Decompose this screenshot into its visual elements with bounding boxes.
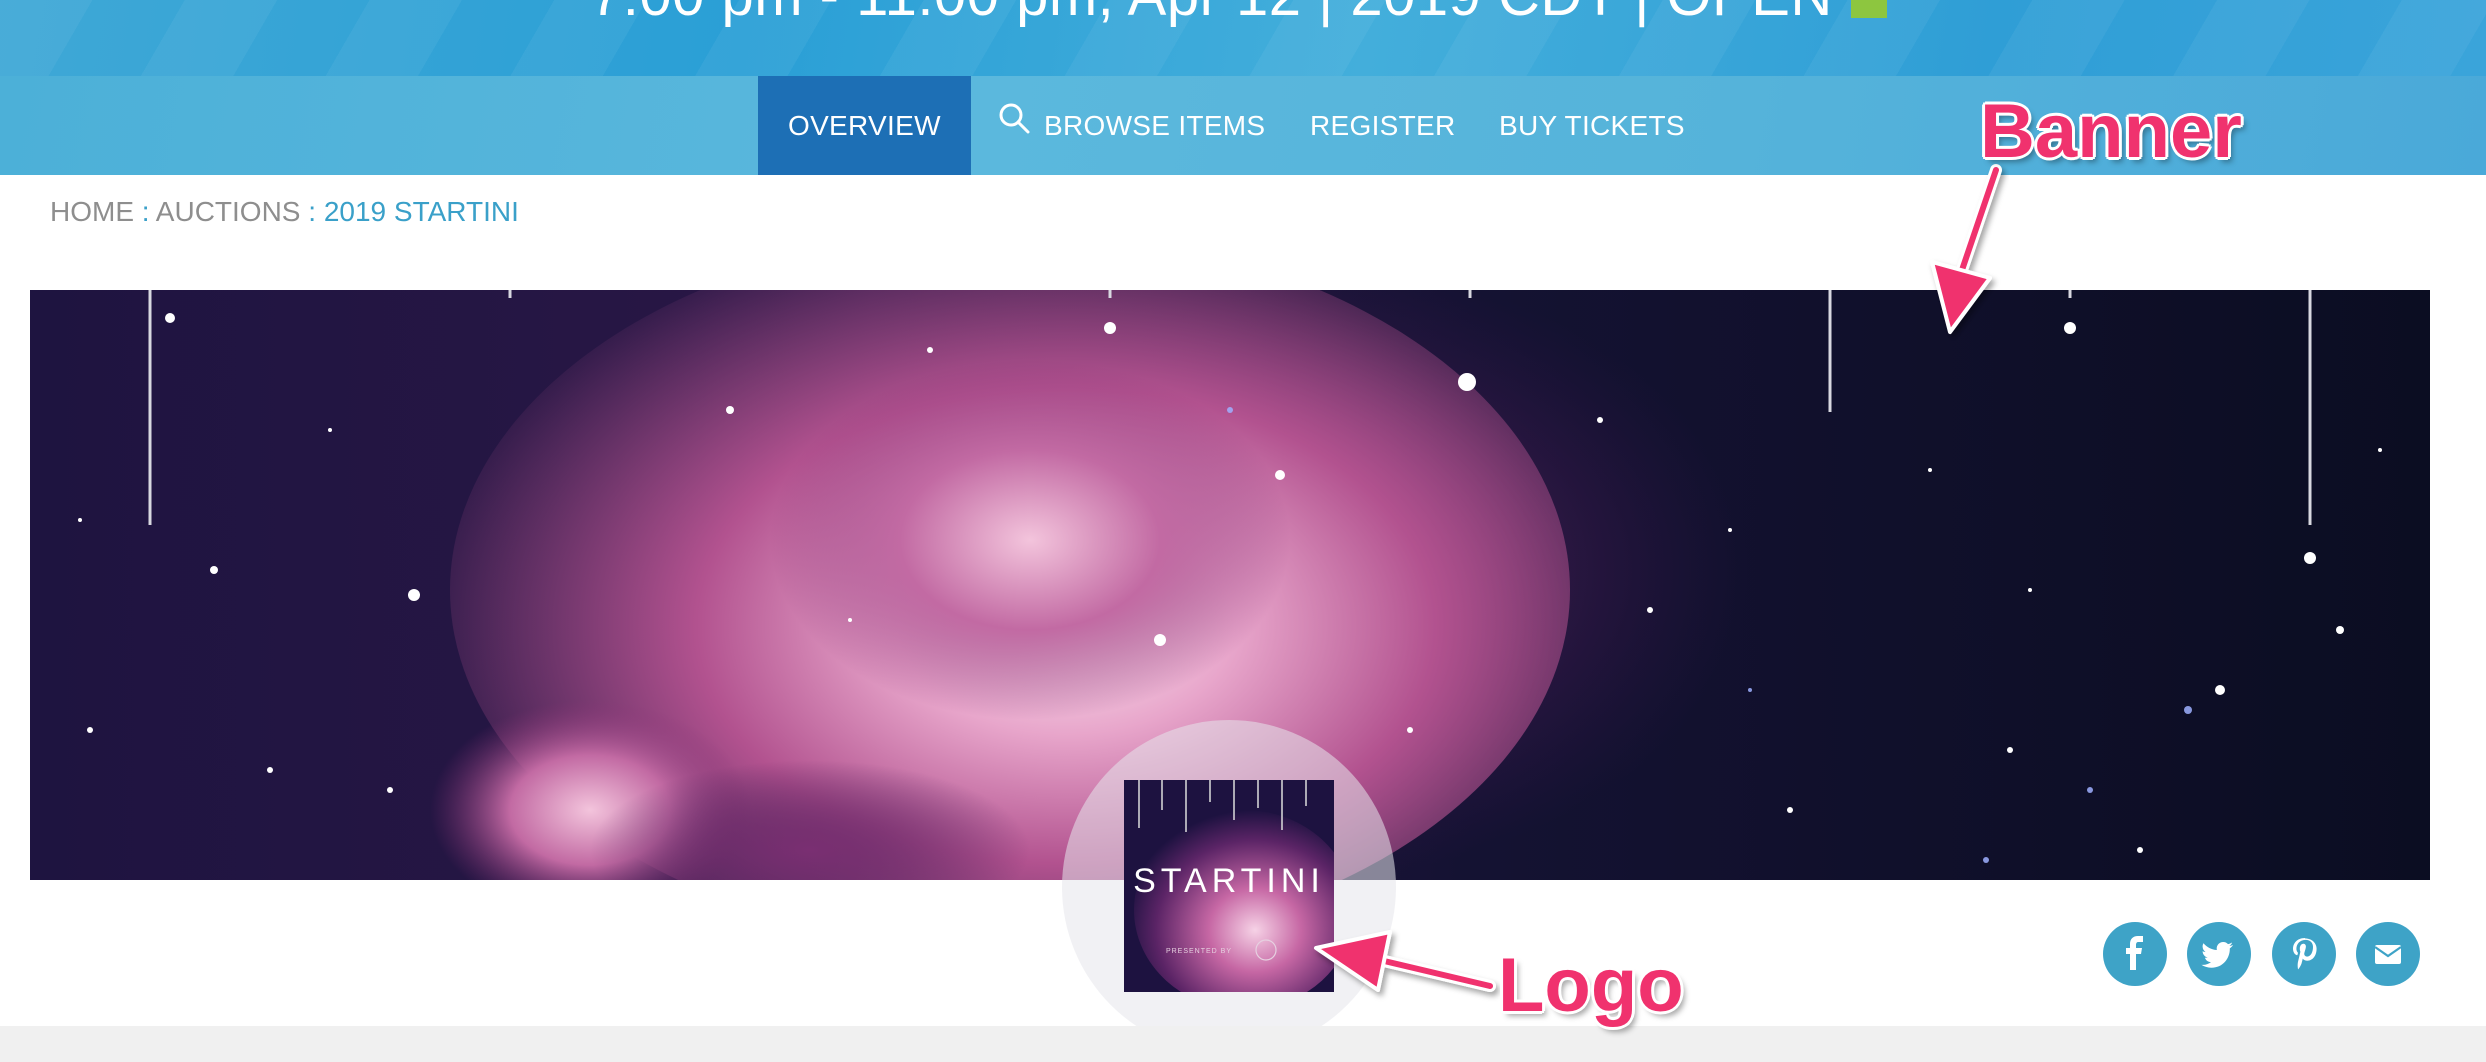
tab-overview[interactable]: OVERVIEW [758, 76, 971, 175]
breadcrumb: HOME : AUCTIONS : 2019 STARTINI [50, 196, 519, 228]
search-icon [998, 75, 1030, 174]
pinterest-icon [2293, 938, 2317, 970]
tab-register-label: REGISTER [1310, 110, 1456, 141]
tab-overview-label: OVERVIEW [788, 110, 941, 141]
tab-browse-items[interactable]: BROWSE ITEMS [998, 76, 1265, 175]
breadcrumb-home[interactable]: HOME [50, 196, 134, 227]
status-indicator [1850, 0, 1887, 18]
facebook-icon [2126, 936, 2143, 970]
breadcrumb-auctions[interactable]: AUCTIONS [156, 196, 301, 227]
tab-browse-items-label: BROWSE ITEMS [1044, 110, 1266, 141]
email-icon [2374, 945, 2402, 964]
event-time-status: 7:00 pm - 11:00 pm, Apr 12 | 2019 CDT | … [590, 0, 1887, 29]
share-email-button[interactable] [2356, 922, 2420, 986]
logo-annotation-label: Logo [1498, 943, 1684, 1028]
footer-strip [0, 1026, 2486, 1062]
tab-buy-tickets-label: BUY TICKETS [1499, 110, 1685, 141]
event-header: 7:00 pm - 11:00 pm, Apr 12 | 2019 CDT | … [0, 0, 2486, 76]
share-twitter-button[interactable] [2187, 922, 2251, 986]
startini-logo[interactable]: STARTINI PRESENTED BY [1124, 780, 1334, 992]
banner-annotation-label: Banner [1980, 89, 2242, 174]
twitter-icon [2201, 942, 2234, 968]
tab-buy-tickets[interactable]: BUY TICKETS [1499, 76, 1685, 175]
event-time-text: 7:00 pm - 11:00 pm, Apr 12 | 2019 CDT | … [590, 0, 1833, 28]
logo-presented-by: PRESENTED BY [1166, 948, 1232, 955]
share-facebook-button[interactable] [2103, 922, 2167, 986]
breadcrumb-separator: : [308, 196, 317, 227]
breadcrumb-separator: : [141, 196, 150, 227]
tab-register[interactable]: REGISTER [1310, 76, 1456, 175]
breadcrumb-current: 2019 STARTINI [323, 196, 519, 227]
share-pinterest-button[interactable] [2272, 922, 2336, 986]
logo-title: STARTINI [1133, 862, 1325, 900]
